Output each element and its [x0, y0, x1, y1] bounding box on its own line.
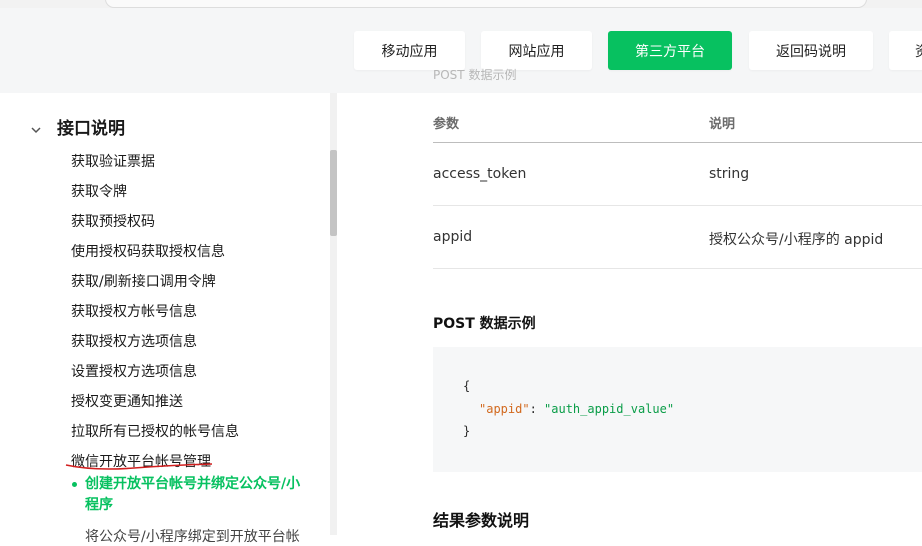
- sidebar-subitem-next[interactable]: 将公众号/小程序绑定到开放平台帐: [85, 526, 300, 546]
- code-value: "auth_appid_value": [544, 402, 675, 416]
- red-underline-annotation: [65, 463, 213, 470]
- code-line-open: {: [463, 379, 471, 393]
- tab-mobile-app[interactable]: 移动应用: [354, 31, 465, 70]
- post-example-heading: POST 数据示例: [433, 316, 536, 332]
- tab-resources[interactable]: 资: [889, 31, 922, 70]
- address-bar[interactable]: [105, 0, 867, 8]
- table-header-desc: 说明: [709, 117, 736, 132]
- table-cell-desc: string: [709, 166, 750, 182]
- sidebar-subitem-active[interactable]: 创建开放平台帐号并绑定公众号/小程序: [71, 474, 311, 516]
- sidebar-item-refresh-token[interactable]: 获取/刷新接口调用令牌: [71, 271, 216, 291]
- table-row-divider: [433, 268, 922, 269]
- tab-website-app[interactable]: 网站应用: [481, 31, 592, 70]
- sidebar-item-pre-auth-code[interactable]: 获取预授权码: [71, 211, 155, 231]
- sidebar-section-header[interactable]: 接口说明: [30, 114, 125, 139]
- faded-heading: POST 数据示例: [433, 68, 517, 82]
- code-line-body: "appid": "auth_appid_value": [479, 402, 674, 416]
- sidebar-item-auth-change-push[interactable]: 授权变更通知推送: [71, 391, 183, 411]
- table-header-divider: [433, 142, 922, 143]
- result-params-heading: 结果参数说明: [433, 511, 530, 530]
- code-line-close: }: [463, 424, 471, 438]
- browser-top-strip: [0, 0, 922, 8]
- table-cell-param: access_token: [433, 166, 527, 182]
- code-separator: :: [529, 402, 545, 416]
- tab-return-codes[interactable]: 返回码说明: [749, 31, 873, 70]
- sidebar-section-title: 接口说明: [57, 119, 125, 139]
- table-cell-param: appid: [433, 229, 473, 245]
- table-header-param: 参数: [433, 117, 460, 132]
- sidebar-scrollbar-thumb[interactable]: [330, 150, 337, 236]
- table-row-divider: [433, 205, 922, 206]
- sidebar-item-get-token[interactable]: 获取令牌: [71, 181, 127, 201]
- sidebar-item-authorizer-info[interactable]: 获取授权方帐号信息: [71, 301, 197, 321]
- table-cell-desc: 授权公众号/小程序的 appid: [709, 232, 884, 248]
- chevron-down-icon: [30, 121, 42, 133]
- sidebar-item-set-option[interactable]: 设置授权方选项信息: [71, 361, 197, 381]
- sidebar-subitem-active-label: 创建开放平台帐号并绑定公众号/小程序: [85, 476, 301, 513]
- active-bullet-icon: [72, 482, 77, 487]
- sidebar-item-get-option[interactable]: 获取授权方选项信息: [71, 331, 197, 351]
- tab-third-party-platform[interactable]: 第三方平台: [608, 31, 732, 70]
- sidebar-item-authorized-list[interactable]: 拉取所有已授权的帐号信息: [71, 421, 239, 441]
- sidebar-item-auth-info[interactable]: 使用授权码获取授权信息: [71, 241, 225, 261]
- code-block: { "appid": "auth_appid_value" }: [433, 347, 922, 472]
- sidebar-item-verify-ticket[interactable]: 获取验证票据: [71, 151, 155, 171]
- code-key: "appid": [479, 402, 530, 416]
